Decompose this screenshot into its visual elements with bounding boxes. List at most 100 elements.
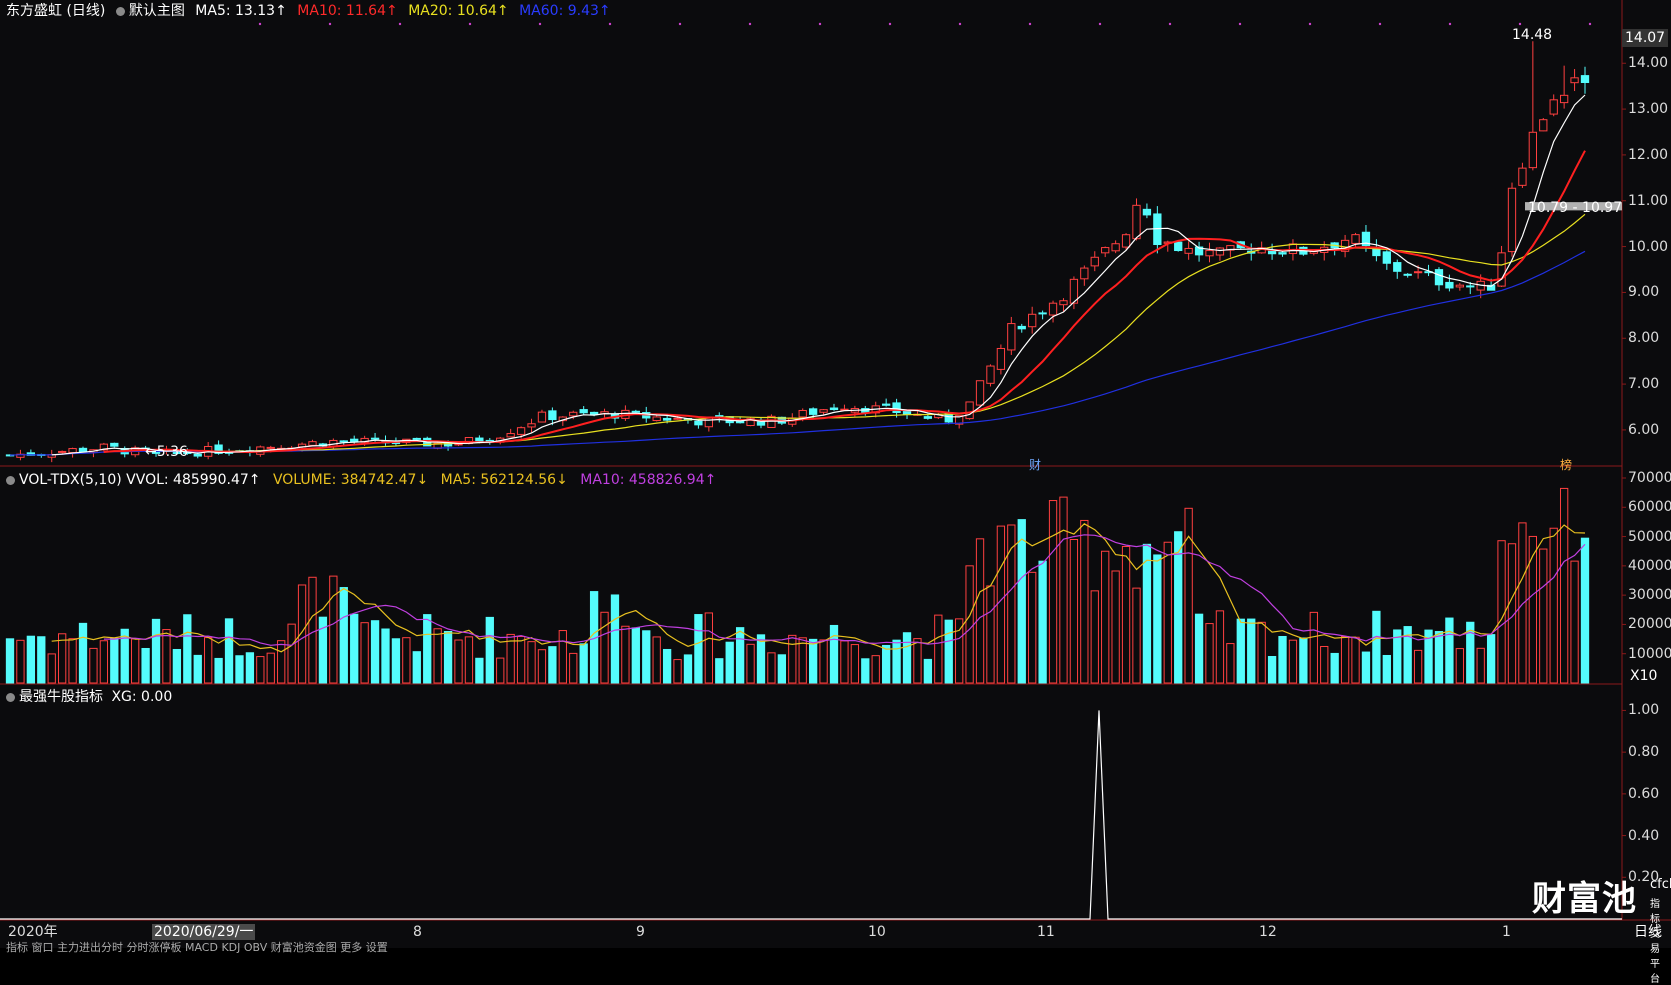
volume-bar <box>642 630 651 684</box>
ma5-line <box>51 94 1586 456</box>
price-tick-label: 6.00 <box>1628 421 1660 438</box>
volume-tick-label: 10000 <box>1628 645 1671 662</box>
stock-title[interactable]: 东方盛虹 (日线) <box>6 3 105 19</box>
candle <box>548 410 557 421</box>
volume-bar <box>1570 560 1579 684</box>
volume-bar <box>1382 654 1391 684</box>
volume-tick-label: 20000 <box>1628 616 1671 633</box>
signal-dot <box>1028 22 1032 26</box>
volume-tick-label: 40000 <box>1628 557 1671 574</box>
volume-bar <box>1486 634 1496 684</box>
candle <box>1413 271 1423 274</box>
price-tick-label: 10.00 <box>1628 238 1669 255</box>
signal-dot <box>1378 22 1382 26</box>
main-chart-name[interactable]: 默认主图 <box>129 3 185 19</box>
volume-bar <box>1163 541 1172 684</box>
volume-bar <box>996 525 1006 684</box>
volume-bar <box>1184 507 1193 684</box>
candle <box>652 416 661 422</box>
volume-bar <box>402 637 411 684</box>
volume-tick-label: 50000 <box>1628 528 1671 545</box>
signal-dot <box>258 22 262 26</box>
candle <box>350 438 359 443</box>
volume-bar <box>1205 623 1214 684</box>
volume-bar <box>183 614 192 684</box>
volume-bar <box>1247 618 1256 684</box>
volume-bar <box>1267 656 1277 684</box>
candle <box>1132 204 1141 240</box>
candle <box>1528 131 1537 169</box>
volume-bar <box>610 594 620 684</box>
price-tick-label: 11.00 <box>1628 192 1669 209</box>
candle <box>193 453 202 457</box>
volume-bar <box>433 628 442 684</box>
xg-header: 最强牛股指标 XG: 0.00 <box>6 688 172 706</box>
settings-circle-icon[interactable] <box>6 475 15 485</box>
bottom-tab-bar[interactable]: 指标 窗口 主力进出分时 分时涨停板 MACD KDJ OBV 财富池资金图 更… <box>6 940 388 956</box>
volume-bar <box>99 640 109 684</box>
candle <box>1393 262 1402 272</box>
signal-dot <box>1238 22 1242 26</box>
volume-bar <box>631 627 640 684</box>
signal-dot <box>608 22 612 26</box>
volume-bar <box>1549 527 1558 684</box>
x-label-jan: 1 <box>1502 924 1511 940</box>
volume-bar <box>1455 648 1464 684</box>
volume-bar <box>882 644 891 684</box>
candle <box>1090 256 1099 267</box>
candle <box>1434 269 1444 286</box>
volume-bar <box>1028 571 1037 684</box>
volume-bar <box>1539 548 1548 684</box>
candle <box>579 409 588 414</box>
volume-bar <box>1330 652 1339 684</box>
ma10-label: MA10: 11.64↑ <box>297 3 398 19</box>
volume-bar <box>308 576 317 684</box>
volume-bar <box>767 652 776 684</box>
volume-bar <box>1278 635 1287 684</box>
candle <box>1080 267 1089 280</box>
volume-bar <box>89 647 98 684</box>
volume-bar <box>58 633 67 684</box>
candle <box>1351 234 1360 244</box>
volume-bar <box>496 657 505 684</box>
settings-circle-icon[interactable] <box>115 6 125 16</box>
volume-bar <box>777 654 787 684</box>
volume-bar <box>1445 617 1454 684</box>
volume-bar <box>662 648 672 684</box>
volume-bar <box>1132 587 1141 684</box>
volume-bar <box>861 658 870 684</box>
candle <box>808 408 818 415</box>
volume-bar <box>1038 560 1047 684</box>
volume-bar <box>1059 496 1068 684</box>
volume-bar <box>1257 621 1266 684</box>
candle <box>1539 119 1548 132</box>
candle <box>986 365 995 384</box>
vol-indicator-name[interactable]: VOL-TDX(5,10) <box>19 472 122 488</box>
event-marker-cai[interactable]: 财 <box>1029 456 1041 474</box>
event-marker-bang[interactable]: 榜 <box>1560 456 1572 474</box>
stock-chart-window: 东方盛虹 (日线) 默认主图 MA5: 13.13↑ MA10: 11.64↑ … <box>0 0 1671 985</box>
low-price-label: ←5.36 <box>145 444 188 460</box>
candle <box>506 433 515 438</box>
volume-bar <box>1236 618 1245 684</box>
volume-bar <box>1580 537 1590 684</box>
volume-bar <box>151 618 161 684</box>
candle <box>1518 167 1527 186</box>
signal-dot <box>818 22 822 26</box>
volume-bar <box>1340 636 1350 684</box>
candle <box>1288 243 1298 255</box>
candle <box>370 437 380 440</box>
volume-bar <box>5 638 15 684</box>
volume-bar <box>569 652 578 684</box>
volume-bar <box>1518 522 1527 684</box>
volume-bar <box>913 638 922 684</box>
xg-indicator-name[interactable]: 最强牛股指标 <box>19 689 103 705</box>
vol-ma5-label: MA5: 562124.56↓ <box>440 472 568 488</box>
volume-bar <box>266 652 275 684</box>
candle <box>923 416 933 419</box>
volume-bar <box>381 628 390 684</box>
ma20-label: MA20: 10.64↑ <box>408 3 509 19</box>
volume-bar <box>1372 610 1381 684</box>
settings-circle-icon[interactable] <box>6 692 15 702</box>
volume-bar <box>1497 540 1506 684</box>
